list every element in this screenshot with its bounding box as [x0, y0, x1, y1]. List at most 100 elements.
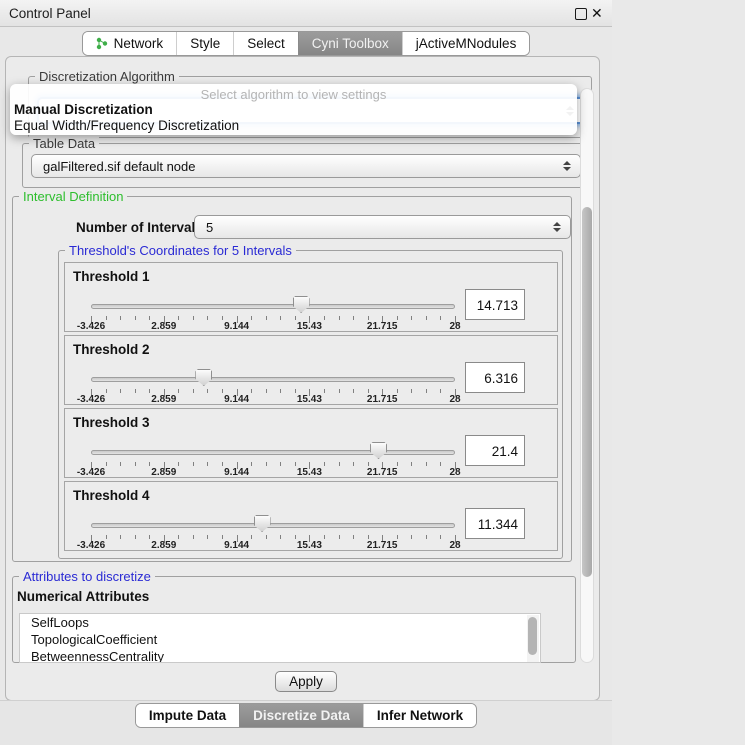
slider-tick-label: 15.43	[297, 321, 322, 332]
slider-tick-label: 9.144	[224, 467, 249, 478]
slider-tick	[251, 389, 252, 393]
slider-tick	[411, 535, 412, 539]
slider-thumb[interactable]	[195, 369, 212, 386]
slider-track[interactable]	[91, 523, 455, 528]
tab-label: Discretize Data	[253, 708, 350, 723]
slider-tick	[149, 535, 150, 539]
slider-tick	[440, 535, 441, 539]
dropdown-option[interactable]: Manual Discretization	[10, 102, 577, 118]
numerical-attributes-list[interactable]: SelfLoopsTopologicalCoefficientBetweenne…	[19, 613, 541, 663]
table-data-group-label: Table Data	[29, 136, 99, 151]
slider-tick	[178, 535, 179, 539]
tab-cyni-toolbox[interactable]: Cyni Toolbox	[298, 32, 402, 55]
slider-thumb[interactable]	[293, 296, 310, 313]
tab-label: Select	[247, 36, 285, 51]
slider-tick	[324, 535, 325, 539]
apply-button[interactable]: Apply	[275, 671, 337, 692]
slider-tick	[368, 462, 369, 466]
slider-tick	[135, 535, 136, 539]
panel-title: Control Panel	[9, 6, 91, 21]
num-intervals-combobox[interactable]: 5	[194, 215, 571, 239]
table-data-group: Table Data galFiltered.sif default node	[22, 143, 592, 188]
slider-tick-label: 2.859	[151, 394, 176, 405]
combo-stepper-icon[interactable]	[563, 161, 571, 171]
slider-tick	[149, 389, 150, 393]
slider-tick-label: 9.144	[224, 321, 249, 332]
slider-tick	[266, 462, 267, 466]
tab-label: Cyni Toolbox	[312, 36, 389, 51]
slider-track[interactable]	[91, 304, 455, 309]
slider-tick	[149, 462, 150, 466]
slider-tick	[440, 462, 441, 466]
threshold-label: Threshold 3	[73, 415, 150, 430]
panel-scrollbar[interactable]	[580, 88, 594, 663]
threshold-value-field[interactable]: 6.316	[465, 362, 525, 393]
bottom-tab-bar: Impute Data Discretize Data Infer Network	[0, 703, 612, 728]
slider-tick	[222, 462, 223, 466]
network-tab-icon	[96, 36, 109, 51]
attribute-list-item[interactable]: SelfLoops	[20, 614, 540, 631]
slider-tick	[178, 389, 179, 393]
slider-tick	[106, 316, 107, 320]
table-data-combobox[interactable]: galFiltered.sif default node	[31, 154, 581, 178]
slider-tick	[149, 316, 150, 320]
slider-tick-label: 28	[449, 321, 460, 332]
slider-tick-label: -3.426	[77, 467, 105, 478]
slider-thumb[interactable]	[254, 515, 271, 532]
slider-tick	[353, 316, 354, 320]
slider-tick	[207, 316, 208, 320]
threshold-label: Threshold 2	[73, 342, 150, 357]
tab-network[interactable]: Network	[83, 32, 177, 55]
slider-tick	[120, 535, 121, 539]
attribute-list-item[interactable]: TopologicalCoefficient	[20, 631, 540, 648]
slider-tick	[426, 535, 427, 539]
slider-tick-label: 15.43	[297, 394, 322, 405]
slider-tick	[411, 389, 412, 393]
slider-tick	[426, 462, 427, 466]
interval-definition-label: Interval Definition	[19, 189, 127, 204]
num-intervals-value: 5	[206, 220, 213, 235]
attribute-list-item[interactable]: BetweennessCentrality	[20, 648, 540, 663]
slider-tick	[353, 535, 354, 539]
close-icon[interactable]: ✕	[591, 5, 603, 22]
tab-jactivemnodules[interactable]: jActiveMNodules	[402, 32, 530, 55]
slider-tick	[106, 462, 107, 466]
slider-tick	[106, 389, 107, 393]
panel-scrollbar-thumb[interactable]	[582, 207, 592, 577]
tab-style[interactable]: Style	[176, 32, 233, 55]
thresholds-group-label: Threshold's Coordinates for 5 Intervals	[65, 243, 296, 258]
slider-tick	[368, 316, 369, 320]
slider-track[interactable]	[91, 377, 455, 382]
slider-tick-label: -3.426	[77, 540, 105, 551]
threshold-value-field[interactable]: 14.713	[465, 289, 525, 320]
algorithm-dropdown-popup: Select algorithm to view settings Manual…	[10, 84, 577, 135]
slider-tick	[266, 316, 267, 320]
slider-thumb[interactable]	[370, 442, 387, 459]
slider-track[interactable]	[91, 450, 455, 455]
bottom-tab-impute-data[interactable]: Impute Data	[136, 704, 239, 727]
combo-stepper-icon[interactable]	[553, 222, 561, 232]
list-scrollbar[interactable]	[527, 615, 539, 663]
slider-tick	[411, 316, 412, 320]
slider-tick	[368, 535, 369, 539]
float-window-icon[interactable]	[575, 8, 587, 20]
tab-select[interactable]: Select	[233, 32, 298, 55]
slider-tick	[193, 389, 194, 393]
top-tab-bar: NetworkStyle Select Cyni Toolbox jActiveMNo…	[0, 31, 612, 56]
threshold-value-field[interactable]: 11.344	[465, 508, 525, 539]
slider-tick	[207, 389, 208, 393]
slider-tick	[280, 462, 281, 466]
bottom-tab-discretize-data[interactable]: Discretize Data	[239, 704, 363, 727]
slider-tick-label: 28	[449, 540, 460, 551]
slider-tick	[135, 462, 136, 466]
table-data-value: galFiltered.sif default node	[43, 159, 195, 174]
slider-tick	[440, 316, 441, 320]
threshold-value-field[interactable]: 21.4	[465, 435, 525, 466]
bottom-tab-infer-network[interactable]: Infer Network	[363, 704, 476, 727]
slider-tick-label: -3.426	[77, 394, 105, 405]
slider-tick	[295, 462, 296, 466]
thresholds-group: Threshold's Coordinates for 5 Intervals …	[58, 250, 563, 559]
slider-tick	[178, 462, 179, 466]
slider-tick	[339, 462, 340, 466]
dropdown-option[interactable]: Equal Width/Frequency Discretization	[10, 118, 577, 134]
